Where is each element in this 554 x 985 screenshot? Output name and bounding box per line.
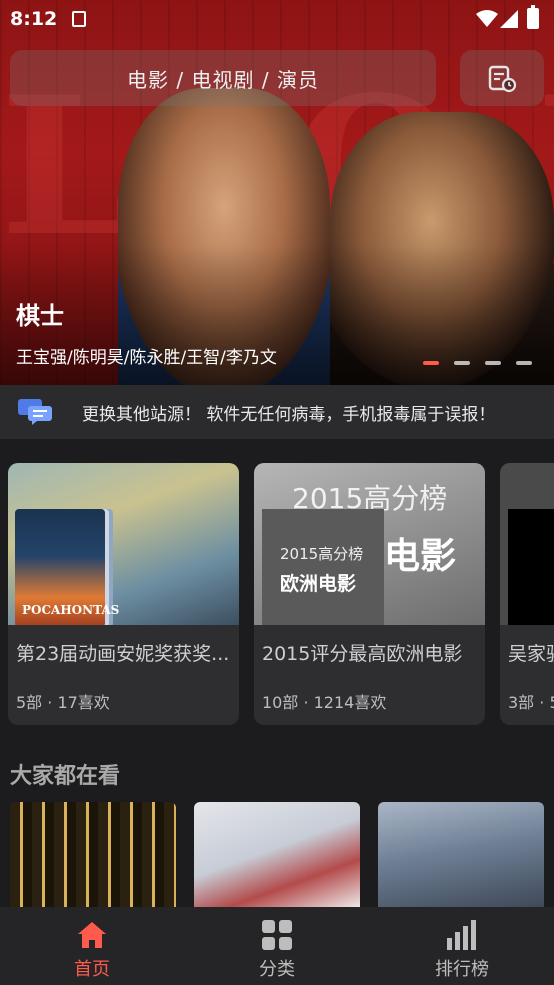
carousel-dot[interactable] bbox=[485, 361, 501, 365]
cover-inset-heading: 2015高分榜 bbox=[280, 545, 364, 563]
collection-card[interactable]: POCAHONTAS 第23届动画安妮奖获奖... 5部 · 17喜欢 bbox=[8, 463, 239, 725]
search-placeholder: 电影 / 电视剧 / 演员 bbox=[127, 67, 319, 92]
hero-title: 棋士 bbox=[16, 302, 64, 330]
collection-cover: 2015高分榜 2015高分榜 欧洲电影 电影 bbox=[254, 463, 485, 625]
collection-meta: 10部 · 1214喜欢 bbox=[262, 693, 387, 712]
popular-list[interactable] bbox=[10, 802, 554, 910]
history-icon bbox=[488, 65, 517, 93]
collection-card[interactable]: 2015高分榜 2015高分榜 欧洲电影 电影 2015评分最高欧洲电影 10部… bbox=[254, 463, 485, 725]
tab-label: 排行榜 bbox=[435, 959, 489, 980]
notice-text: 更换其他站源！ 软件无任何病毒，手机报毒属于误报！ bbox=[82, 405, 496, 425]
notification-icon bbox=[72, 11, 86, 27]
collection-meta: 5部 · 17喜欢 bbox=[16, 693, 110, 712]
status-time: 8:12 bbox=[10, 8, 58, 30]
section-title: 大家都在看 bbox=[10, 764, 121, 789]
signal-icon bbox=[500, 10, 518, 28]
collection-carousel[interactable]: POCAHONTAS 第23届动画安妮奖获奖... 5部 · 17喜欢 2015… bbox=[8, 463, 554, 725]
tab-ranking[interactable]: 排行榜 bbox=[370, 907, 554, 985]
home-icon bbox=[78, 922, 106, 948]
carousel-dot[interactable] bbox=[423, 361, 439, 365]
carousel-indicator bbox=[423, 361, 532, 365]
chat-bubbles-icon bbox=[18, 399, 52, 425]
grid-icon bbox=[262, 920, 292, 950]
tab-category[interactable]: 分类 bbox=[185, 907, 369, 985]
search-input[interactable]: 电影 / 电视剧 / 演员 bbox=[10, 50, 436, 106]
app-root: LAO NG S 8:12 电影 / 电视剧 / 演员 棋士 王宝强/陈明昊/陈… bbox=[0, 0, 554, 985]
bar-chart-icon bbox=[447, 920, 476, 950]
wifi-icon bbox=[476, 10, 498, 27]
cover-poster-title: POCAHONTAS bbox=[22, 603, 120, 617]
tab-home[interactable]: 首页 bbox=[0, 907, 184, 985]
status-bar: 8:12 bbox=[0, 0, 554, 38]
collection-cover bbox=[500, 463, 554, 625]
collection-name: 吴家骏 bbox=[508, 643, 554, 665]
popular-item[interactable] bbox=[194, 802, 360, 910]
collection-cover: POCAHONTAS bbox=[8, 463, 239, 625]
popular-item[interactable] bbox=[10, 802, 176, 910]
collection-meta: 3部 · 5 bbox=[508, 693, 554, 712]
collection-name: 2015评分最高欧洲电影 bbox=[262, 643, 463, 665]
bottom-tab-bar: 首页 分类 排行榜 bbox=[0, 907, 554, 985]
collection-card[interactable]: 吴家骏 3部 · 5 bbox=[500, 463, 554, 725]
tab-label: 分类 bbox=[259, 959, 295, 980]
carousel-dot[interactable] bbox=[454, 361, 470, 365]
cover-tail-text: 电影 bbox=[384, 536, 457, 577]
cover-inset bbox=[262, 509, 384, 625]
popular-item[interactable] bbox=[378, 802, 544, 910]
cover-inset-subtitle: 欧洲电影 bbox=[280, 573, 357, 595]
tab-label: 首页 bbox=[74, 959, 110, 980]
cover-poster bbox=[508, 509, 554, 625]
hero-cast: 王宝强/陈明昊/陈永胜/王智/李乃文 bbox=[16, 348, 277, 368]
battery-icon bbox=[527, 5, 539, 29]
collection-name: 第23届动画安妮奖获奖... bbox=[16, 643, 230, 665]
carousel-dot[interactable] bbox=[516, 361, 532, 365]
